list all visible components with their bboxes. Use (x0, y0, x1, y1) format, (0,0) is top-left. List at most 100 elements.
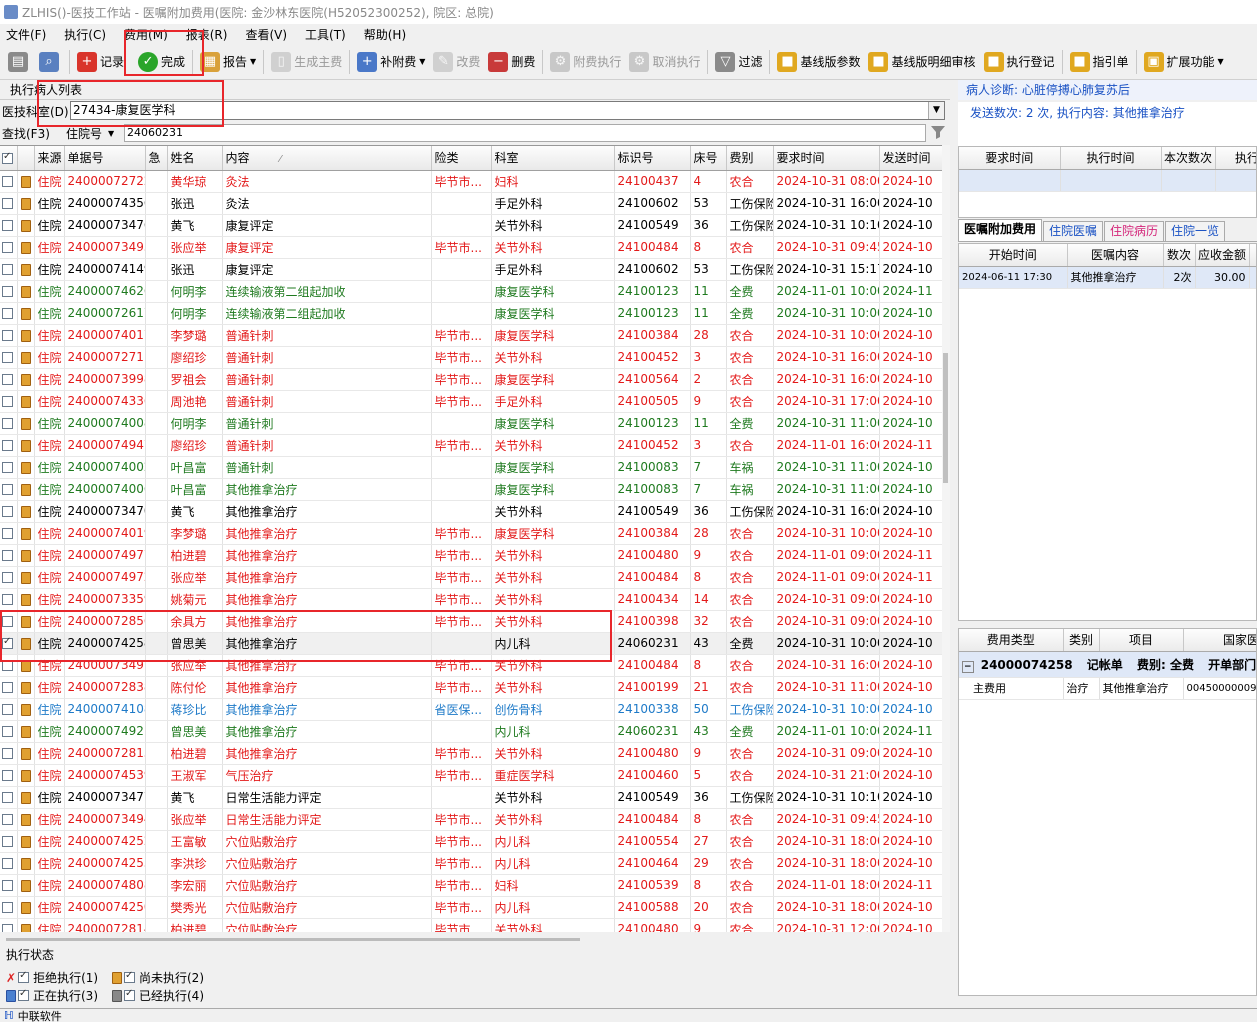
table-row[interactable]: 住院 24000074626 何明李 连续输液第二组起加收 康复医学科 24100123 1… (0, 280, 942, 303)
table-row[interactable]: 住院 24000074808 李宏丽 穴位贴敷治疗 毕节市... 妇科 24100539 8 农… (0, 874, 942, 897)
row-checkbox[interactable] (0, 698, 18, 721)
table-row[interactable]: 住院 24000072856 余具方 其他推拿治疗 毕节市... 关节外科 24100398… (0, 610, 942, 633)
col-send-time[interactable]: 发送时间 (879, 146, 942, 171)
col-dept[interactable]: 科室 (491, 146, 615, 171)
tab-inpatient-overview[interactable]: 住院一览 (1165, 221, 1226, 241)
cancel-exec-button[interactable]: ⚙ 取消执行 (625, 47, 704, 77)
menu-view[interactable]: 查看(V) (245, 26, 287, 43)
col-detail-national[interactable]: 国家医 (1183, 629, 1256, 652)
table-row[interactable]: 住院 24000074972 张应举 其他推拿治疗 毕节市... 关节外科 24100484… (0, 566, 942, 589)
table-row[interactable]: 住院 24000072617 何明李 连续输液第二组起加收 康复医学科 24100123 1… (0, 302, 942, 325)
table-row[interactable]: 住院 24000072711 廖绍珍 普通针刺 毕节市... 关节外科 24100452 3 农… (0, 346, 942, 369)
row-checkbox[interactable] (0, 214, 18, 237)
table-row[interactable]: 住院 24000074006 叶昌富 其他推拿治疗 康复医学科 24100083 7 车祸 20… (0, 478, 942, 501)
row-checkbox[interactable] (0, 368, 18, 391)
table-row[interactable]: 住院 24000073359 姚菊元 其他推拿治疗 毕节市... 关节外科 24100434… (0, 588, 942, 611)
row-checkbox[interactable] (0, 654, 18, 677)
table-row[interactable]: 住院24000074258曾思美其他推拿治疗内儿科2406023143全费202… (0, 632, 942, 655)
row-checkbox[interactable] (0, 830, 18, 853)
col-req-time[interactable]: 要求时间 (773, 146, 880, 171)
col-source[interactable]: 来源 (34, 146, 65, 171)
status-rejected[interactable]: ✗拒绝执行(1) (6, 969, 98, 986)
exec-record-row[interactable] (959, 169, 1256, 192)
row-checkbox[interactable] (0, 390, 18, 413)
menu-file[interactable]: 文件(F) (6, 26, 46, 43)
col-content[interactable]: 内容 ⁄ (222, 146, 432, 171)
search-input[interactable]: 24060231 (124, 124, 926, 142)
table-row[interactable]: 住院 24000074008 何明李 普通针刺 康复医学科 24100123 11 全费 202… (0, 412, 942, 435)
table-row[interactable]: 住院 24000073998 罗祖会 普通针刺 毕节市... 康复医学科 24100564 2… (0, 368, 942, 391)
tab-inpatient-orders[interactable]: 住院医嘱 (1043, 221, 1104, 241)
status-checkbox[interactable] (18, 970, 30, 983)
row-checkbox[interactable] (0, 720, 18, 743)
col-detail-item[interactable]: 项目 (1099, 629, 1184, 652)
status-executing[interactable]: 正在执行(3) (6, 987, 98, 1004)
col-exec-req-time[interactable]: 要求时间 (959, 147, 1061, 170)
generate-main-fee-button[interactable]: ▯ 生成主费 (267, 47, 346, 77)
baseline-params-button[interactable]: ■ 基线版参数 (773, 47, 864, 77)
status-pending[interactable]: 尚未执行(2) (112, 969, 204, 986)
table-row[interactable]: 住院 24000074336 周池艳 普通针刺 毕节市... 手足外科 24100505 9 农… (0, 390, 942, 413)
table-row[interactable]: 住院 24000074108 蒋珍比 其他推拿治疗 省医保... 创伤骨科 24100338… (0, 698, 942, 721)
table-row[interactable]: 住院 24000074002 叶昌富 普通针刺 康复医学科 24100083 7 车祸 2024… (0, 456, 942, 479)
dept-select[interactable]: 27434-康复医学科 ▼ (70, 101, 945, 120)
table-row[interactable]: 住院 24000074539 王淑军 气压治疗 毕节市... 重症医学科 24100460 5… (0, 764, 942, 787)
menu-tools[interactable]: 工具(T) (305, 26, 346, 43)
table-row[interactable]: 住院 24000073476 黄飞 康复评定 关节外科 24100549 36 工伤保险 202… (0, 214, 942, 237)
preview-button[interactable]: ⌕ (35, 47, 66, 77)
row-checkbox[interactable] (0, 522, 18, 545)
row-checkbox[interactable] (0, 918, 18, 932)
table-row[interactable]: 住院 24000074149 张迅 康复评定 手足外科 24100602 53 工伤保险 202… (0, 258, 942, 281)
row-checkbox[interactable] (0, 896, 18, 919)
row-checkbox[interactable] (0, 786, 18, 809)
scroll-thumb[interactable] (943, 353, 948, 483)
table-row[interactable]: 住院 24000073495 张应举 康复评定 毕节市... 关节外科 24100484 8 农… (0, 236, 942, 259)
row-checkbox[interactable] (0, 500, 18, 523)
table-row[interactable]: 住院 24000074356 张迅 灸法 手足外科 24100602 53 工伤保险 2024-… (0, 192, 942, 215)
row-checkbox[interactable] (0, 412, 18, 435)
col-bed[interactable]: 床号 (690, 146, 727, 171)
row-checkbox[interactable] (0, 324, 18, 347)
row-checkbox[interactable] (0, 610, 18, 633)
table-row[interactable]: 住院 24000074017 李梦璐 普通针刺 毕节市... 康复医学科 24100384 2… (0, 324, 942, 347)
col-name[interactable]: 姓名 (167, 146, 223, 171)
table-row[interactable]: 住院 24000074947 廖绍珍 普通针刺 毕节市... 关节外科 24100452 3 农… (0, 434, 942, 457)
row-checkbox[interactable] (0, 434, 18, 457)
tab-attached-fee[interactable]: 医嘱附加费用 (958, 219, 1043, 241)
table-row[interactable]: 住院 24000072722 黄华琼 灸法 毕节市... 妇科 24100437 4 农合 202… (0, 170, 942, 193)
funnel-icon[interactable] (930, 124, 946, 140)
col-amount[interactable]: 应收金额 (1195, 244, 1250, 267)
table-row[interactable]: 住院 24000074255 李洪珍 穴位贴敷治疗 毕节市... 内儿科 24100464 2… (0, 852, 942, 875)
row-checkbox[interactable] (0, 258, 18, 281)
record-button[interactable]: + 记录 (73, 47, 128, 77)
col-insurance[interactable]: 险类 (431, 146, 492, 171)
status-checkbox[interactable] (18, 988, 29, 1001)
row-checkbox[interactable] (0, 456, 18, 479)
guide-button[interactable]: ■ 指引单 (1066, 47, 1133, 77)
col-urgent[interactable]: 急 (145, 146, 168, 171)
table-row[interactable]: 住院 24000074921 曾思美 其他推拿治疗 内儿科 24060231 43 全费 202… (0, 720, 942, 743)
table-row[interactable]: 住院 24000072838 陈付伦 其他推拿治疗 毕节市... 关节外科 24100199… (0, 676, 942, 699)
table-row[interactable]: 住院 24000073494 张应举 日常生活能力评定 毕节市... 关节外科 241004… (0, 808, 942, 831)
attach-exec-button[interactable]: ⚙ 附费执行 (546, 47, 625, 77)
extend-button[interactable]: ▣ 扩展功能 ▼ (1140, 47, 1228, 77)
row-checkbox[interactable] (0, 544, 18, 567)
table-row[interactable]: 住院 24000073477 黄飞 日常生活能力评定 关节外科 24100549 36 工伤保… (0, 786, 942, 809)
grid-horizontal-scrollbar[interactable] (0, 936, 942, 942)
delete-fee-button[interactable]: − 删费 (484, 47, 539, 77)
report-button[interactable]: ▦ 报告 ▼ (196, 47, 260, 77)
row-checkbox[interactable] (0, 632, 18, 655)
baseline-detail-button[interactable]: ■ 基线版明细审核 (864, 47, 979, 77)
menu-fee[interactable]: 费用(M) (124, 26, 168, 43)
menu-help[interactable]: 帮助(H) (364, 26, 406, 43)
supplement-fee-button[interactable]: + 补附费 ▼ (353, 47, 429, 77)
detail-group-row[interactable]: − 24000074258 记帐单 费别: 全费 开单部门: 内 (959, 651, 1256, 678)
status-executed[interactable]: 已经执行(4) (112, 987, 204, 1004)
filter-button[interactable]: ▽ 过滤 (711, 47, 766, 77)
col-detail-category[interactable]: 类别 (1063, 629, 1100, 652)
row-checkbox[interactable] (0, 676, 18, 699)
tab-inpatient-records[interactable]: 住院病历 (1104, 221, 1165, 241)
table-row[interactable]: 住院 24000074250 樊秀光 穴位贴敷治疗 毕节市... 内儿科 24100588 2… (0, 896, 942, 919)
table-row[interactable]: 住院 24000072815 柏进碧 其他推拿治疗 毕节市... 关节外科 24100480… (0, 742, 942, 765)
status-checkbox[interactable] (124, 970, 135, 983)
